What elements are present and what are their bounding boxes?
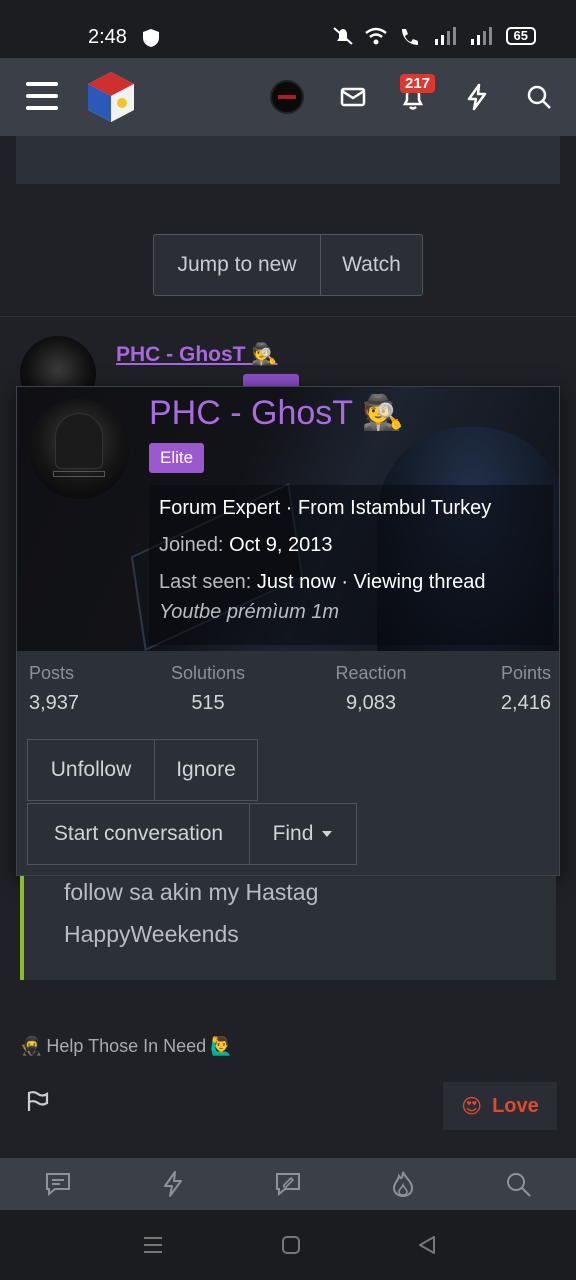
watch-button[interactable]: Watch	[321, 235, 422, 295]
stat-posts[interactable]: Posts 3,937	[29, 663, 79, 715]
shield-icon	[143, 29, 159, 47]
whats-new-icon[interactable]	[160, 1170, 186, 1198]
member-tooltip-card: PHC - GhosT 🕵 Elite Forum Expert · From …	[16, 386, 560, 876]
member-info: Forum Expert · From Istambul Turkey Join…	[149, 485, 553, 645]
signal2-icon	[470, 27, 492, 45]
unfollow-button[interactable]: Unfollow	[27, 739, 155, 801]
wifi-icon	[364, 27, 387, 45]
stat-reaction[interactable]: Reaction 9,083	[329, 663, 413, 715]
stat-solutions[interactable]: Solutions 515	[165, 663, 251, 715]
start-conversation-button[interactable]: Start conversation	[27, 803, 250, 865]
post-author-name[interactable]: PHC - GhosT 🕵	[116, 343, 278, 367]
forums-icon[interactable]	[44, 1170, 72, 1198]
bottom-tab-bar	[0, 1158, 576, 1210]
raising-hand-icon: 🙋‍♂️	[210, 1036, 233, 1056]
status-time: 2:48	[88, 26, 127, 48]
mute-icon	[332, 27, 353, 45]
reaction-button[interactable]: 😍 Love	[443, 1082, 557, 1130]
profile-banner: PHC - GhosT 🕵 Elite Forum Expert · From …	[17, 387, 559, 651]
home-icon[interactable]	[280, 1234, 302, 1256]
trending-fire-icon[interactable]	[390, 1170, 416, 1198]
spy-icon: 🕵	[251, 343, 278, 366]
stat-points[interactable]: Points 2,416	[489, 663, 551, 715]
post-message: follow sa akin my Hastag HappyWeekends	[20, 876, 556, 980]
heart-eyes-icon: 😍	[461, 1095, 483, 1118]
last-seen-line: Last seen: Just now · Viewing thread	[159, 571, 486, 593]
caret-down-icon	[322, 831, 333, 837]
elite-badge: Elite	[149, 443, 205, 473]
thread-actions: Jump to new Watch	[153, 234, 423, 296]
lightning-icon[interactable]	[462, 82, 492, 112]
member-stats: Posts 3,937 Solutions 515 Reaction 9,083…	[17, 663, 559, 723]
menu-icon[interactable]	[26, 82, 58, 110]
signal-icon	[434, 27, 456, 45]
message-line: HappyWeekends	[64, 921, 239, 947]
back-icon[interactable]	[416, 1234, 438, 1256]
site-logo[interactable]	[84, 70, 138, 124]
find-dropdown[interactable]: Find	[249, 803, 357, 865]
custom-status: Youtbe prémìum 1m	[159, 601, 340, 623]
notification-badge: 217	[400, 74, 436, 93]
battery-indicator: 65	[505, 27, 536, 45]
search-icon[interactable]	[524, 82, 554, 112]
divider	[0, 316, 576, 317]
signature: 🥷 Help Those In Need 🙋‍♂️	[20, 1036, 233, 1056]
previous-panel	[16, 136, 560, 184]
search-tab-icon[interactable]	[504, 1170, 532, 1198]
member-title: Forum Expert · From Istambul Turkey	[159, 497, 492, 519]
user-avatar[interactable]	[270, 80, 304, 114]
joined-line: Joined: Oct 9, 2013	[159, 534, 333, 556]
new-post-icon[interactable]	[274, 1170, 302, 1198]
spy-icon: 🕵	[361, 394, 405, 432]
report-flag-icon[interactable]	[26, 1090, 50, 1112]
top-navigation: 217	[0, 58, 576, 136]
member-name[interactable]: PHC - GhosT 🕵	[149, 393, 404, 433]
message-line: follow sa akin my Hastag	[64, 879, 319, 905]
status-icons: 65	[332, 26, 536, 46]
ninja-icon: 🥷	[20, 1036, 43, 1056]
recents-icon[interactable]	[142, 1234, 164, 1256]
ignore-button[interactable]: Ignore	[154, 739, 258, 801]
jump-to-new-button[interactable]: Jump to new	[154, 235, 321, 295]
member-avatar[interactable]	[29, 399, 129, 499]
call-icon	[401, 29, 418, 45]
inbox-icon[interactable]	[338, 82, 368, 112]
system-navigation-bar	[0, 1210, 576, 1280]
status-bar: 2:48 65	[0, 0, 576, 58]
